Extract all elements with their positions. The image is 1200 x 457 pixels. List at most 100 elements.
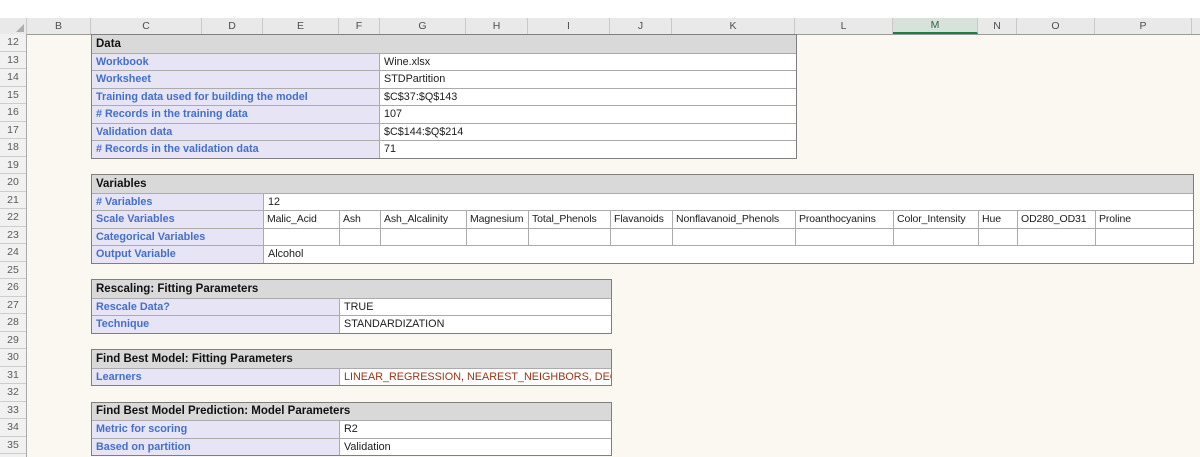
row-header-19[interactable]: 19 bbox=[0, 157, 26, 175]
column-header-K[interactable]: K bbox=[672, 18, 795, 34]
row-header-27[interactable]: 27 bbox=[0, 297, 26, 315]
scale-variable-cell[interactable]: Hue bbox=[979, 211, 1018, 228]
find-best-model-section-title[interactable]: Find Best Model: Fitting Parameters bbox=[92, 350, 611, 368]
column-header-I[interactable]: I bbox=[528, 18, 610, 34]
categorical-variable-cell[interactable] bbox=[467, 229, 529, 246]
column-header-N[interactable]: N bbox=[978, 18, 1017, 34]
row-header-15[interactable]: 15 bbox=[0, 87, 26, 105]
cell-label[interactable]: Learners bbox=[92, 369, 340, 386]
scale-variable-cell[interactable]: Malic_Acid bbox=[264, 211, 340, 228]
column-header-C[interactable]: C bbox=[91, 18, 202, 34]
cell-label[interactable]: Worksheet bbox=[92, 71, 380, 88]
row-header-29[interactable]: 29 bbox=[0, 332, 26, 350]
row-header-14[interactable]: 14 bbox=[0, 69, 26, 87]
column-header-P[interactable]: P bbox=[1095, 18, 1192, 34]
scale-variable-cell[interactable]: Magnesium bbox=[467, 211, 529, 228]
column-header-E[interactable]: E bbox=[263, 18, 339, 34]
row-header-34[interactable]: 34 bbox=[0, 419, 26, 437]
row-header-21[interactable]: 21 bbox=[0, 192, 26, 210]
cell-value[interactable]: Alcohol bbox=[264, 246, 1193, 263]
cell-label[interactable]: Workbook bbox=[92, 54, 380, 71]
row-header-16[interactable]: 16 bbox=[0, 104, 26, 122]
row-header-31[interactable]: 31 bbox=[0, 367, 26, 385]
cell-label[interactable]: Categorical Variables bbox=[92, 229, 264, 246]
row-header-20[interactable]: 20 bbox=[0, 174, 26, 192]
row-header-17[interactable]: 17 bbox=[0, 122, 26, 140]
scale-variable-cell[interactable]: Total_Phenols bbox=[529, 211, 611, 228]
cell-label[interactable]: # Variables bbox=[92, 194, 264, 211]
categorical-variable-cell[interactable] bbox=[611, 229, 673, 246]
row-header-30[interactable]: 30 bbox=[0, 349, 26, 367]
row-header-33[interactable]: 33 bbox=[0, 402, 26, 420]
scale-variable-cell[interactable]: Color_Intensity bbox=[894, 211, 979, 228]
row-header-18[interactable]: 18 bbox=[0, 139, 26, 157]
cell-value[interactable]: STANDARDIZATION bbox=[340, 316, 611, 333]
select-all-corner[interactable] bbox=[0, 18, 27, 34]
cell-value[interactable]: 107 bbox=[380, 106, 796, 123]
cell-label[interactable]: Training data used for building the mode… bbox=[92, 89, 380, 106]
variables-section-title[interactable]: Variables bbox=[92, 175, 1193, 193]
cell-label[interactable]: Based on partition bbox=[92, 439, 340, 456]
column-header-F[interactable]: F bbox=[339, 18, 380, 34]
cell-value[interactable]: Wine.xlsx bbox=[380, 54, 796, 71]
row-header-13[interactable]: 13 bbox=[0, 52, 26, 70]
categorical-variable-cell[interactable] bbox=[796, 229, 894, 246]
categorical-variable-cell[interactable] bbox=[1018, 229, 1096, 246]
categorical-variable-cell[interactable] bbox=[340, 229, 381, 246]
column-header-H[interactable]: H bbox=[466, 18, 528, 34]
cell-value[interactable]: TRUE bbox=[340, 299, 611, 316]
categorical-variable-cell[interactable] bbox=[673, 229, 796, 246]
categorical-variable-cell[interactable] bbox=[979, 229, 1018, 246]
scale-variable-cell[interactable]: Proline bbox=[1096, 211, 1193, 228]
categorical-variable-cell[interactable] bbox=[1096, 229, 1193, 246]
cell-value[interactable]: STDPartition bbox=[380, 71, 796, 88]
categorical-variable-cell[interactable] bbox=[894, 229, 979, 246]
cell-value[interactable]: R2 bbox=[340, 421, 611, 438]
prediction-section-title[interactable]: Find Best Model Prediction: Model Parame… bbox=[92, 403, 611, 421]
column-header-D[interactable]: D bbox=[202, 18, 263, 34]
column-header-G[interactable]: G bbox=[380, 18, 466, 34]
scale-variable-cell[interactable]: Nonflavanoid_Phenols bbox=[673, 211, 796, 228]
cell-value[interactable]: 12 bbox=[264, 194, 1193, 211]
table-row: Training data used for building the mode… bbox=[92, 88, 796, 106]
row-header-32[interactable]: 32 bbox=[0, 384, 26, 402]
cell-value[interactable]: LINEAR_REGRESSION, NEAREST_NEIGHBORS, DE… bbox=[340, 369, 611, 386]
column-header-L[interactable]: L bbox=[795, 18, 893, 34]
column-header-J[interactable]: J bbox=[610, 18, 672, 34]
cell-label[interactable]: Validation data bbox=[92, 124, 380, 141]
cell-value[interactable]: $C$37:$Q$143 bbox=[380, 89, 796, 106]
cell-label[interactable]: Scale Variables bbox=[92, 211, 264, 228]
row-header-25[interactable]: 25 bbox=[0, 262, 26, 280]
categorical-variable-cell[interactable] bbox=[264, 229, 340, 246]
table-row: Metric for scoringR2 bbox=[92, 420, 611, 438]
cell-value[interactable]: Validation bbox=[340, 439, 611, 456]
cell-label[interactable]: Rescale Data? bbox=[92, 299, 340, 316]
scale-variable-cell[interactable]: Ash bbox=[340, 211, 381, 228]
row-header-24[interactable]: 24 bbox=[0, 244, 26, 262]
scale-variable-cell[interactable]: Proanthocyanins bbox=[796, 211, 894, 228]
cell-value[interactable]: 71 bbox=[380, 141, 796, 158]
cell-label[interactable]: Output Variable bbox=[92, 246, 264, 263]
scale-variable-cell[interactable]: OD280_OD31 bbox=[1018, 211, 1096, 228]
cell-label[interactable]: # Records in the training data bbox=[92, 106, 380, 123]
scale-variable-cell[interactable]: Flavanoids bbox=[611, 211, 673, 228]
row-header-23[interactable]: 23 bbox=[0, 227, 26, 245]
column-header-M[interactable]: M bbox=[893, 18, 978, 34]
row-header-28[interactable]: 28 bbox=[0, 314, 26, 332]
row-header-22[interactable]: 22 bbox=[0, 209, 26, 227]
data-section-title[interactable]: Data bbox=[92, 35, 796, 53]
cell-label[interactable]: Technique bbox=[92, 316, 340, 333]
column-header-B[interactable]: B bbox=[27, 18, 91, 34]
row-header-26[interactable]: 26 bbox=[0, 279, 26, 297]
row-header-12[interactable]: 12 bbox=[0, 34, 26, 52]
scale-variable-cell[interactable]: Ash_Alcalinity bbox=[381, 211, 467, 228]
cell-label[interactable]: # Records in the validation data bbox=[92, 141, 380, 158]
table-row: Categorical Variables bbox=[92, 228, 1193, 246]
row-header-35[interactable]: 35 bbox=[0, 437, 26, 455]
categorical-variable-cell[interactable] bbox=[381, 229, 467, 246]
column-header-O[interactable]: O bbox=[1017, 18, 1095, 34]
cell-value[interactable]: $C$144:$Q$214 bbox=[380, 124, 796, 141]
rescaling-section-title[interactable]: Rescaling: Fitting Parameters bbox=[92, 280, 611, 298]
cell-label[interactable]: Metric for scoring bbox=[92, 421, 340, 438]
categorical-variable-cell[interactable] bbox=[529, 229, 611, 246]
